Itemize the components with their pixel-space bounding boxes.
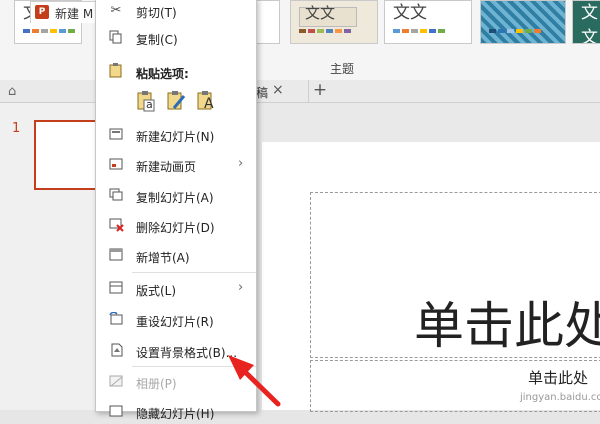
watermark-text: jingyan.baidu.com <box>520 392 600 403</box>
red-arrow-annotation <box>228 355 281 407</box>
